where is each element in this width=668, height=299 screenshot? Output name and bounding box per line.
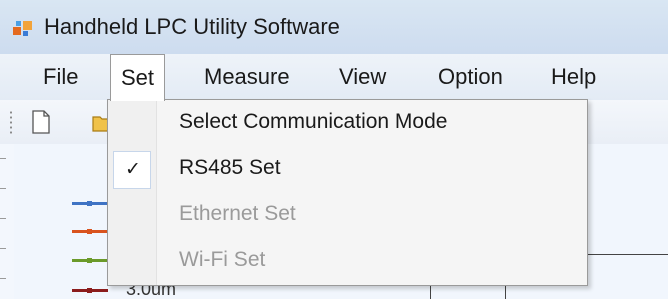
legend-series-3-line xyxy=(72,258,108,263)
menu-item-label: Ethernet Set xyxy=(179,202,296,225)
menu-bar: File Set Measure View Option Help xyxy=(0,54,668,101)
legend-series-4-line xyxy=(72,288,108,293)
window-title: Handheld LPC Utility Software xyxy=(44,14,340,39)
legend-series-4-marker xyxy=(87,288,92,293)
new-document-icon[interactable] xyxy=(30,109,52,135)
menu-item-rs485-set[interactable]: ✓ RS485 Set xyxy=(108,148,587,192)
legend-series-2-line xyxy=(72,229,108,234)
menu-item-label: RS485 Set xyxy=(179,156,281,179)
legend-series-2-marker xyxy=(87,229,92,234)
left-ruler xyxy=(0,144,8,299)
ruler-tick xyxy=(0,278,6,279)
ruler-tick xyxy=(0,248,6,249)
menu-item-wifi-set[interactable]: Wi-Fi Set xyxy=(108,240,587,284)
menu-measure[interactable]: Measure xyxy=(204,64,290,90)
legend-series-1-marker xyxy=(87,201,92,206)
menu-option[interactable]: Option xyxy=(438,64,503,90)
ruler-tick xyxy=(0,188,6,189)
menu-set[interactable]: Set xyxy=(110,54,166,101)
ruler-tick xyxy=(0,158,6,159)
legend-series-1-line xyxy=(72,201,108,206)
app-icon xyxy=(13,21,32,36)
app-window: Handheld LPC Utility Software File Set M… xyxy=(0,0,668,299)
menu-view[interactable]: View xyxy=(339,64,386,90)
menu-file[interactable]: File xyxy=(43,64,78,90)
menu-help[interactable]: Help xyxy=(551,64,596,90)
legend-series-3-marker xyxy=(87,258,92,263)
checkmark-icon: ✓ xyxy=(125,159,141,180)
menu-item-label: Select Communication Mode xyxy=(179,110,448,133)
menu-item-select-communication-mode[interactable]: Select Communication Mode xyxy=(108,102,587,146)
toolbar-grip[interactable] xyxy=(9,110,13,134)
menu-item-ethernet-set[interactable]: Ethernet Set xyxy=(108,194,587,238)
title-bar: Handheld LPC Utility Software xyxy=(0,0,668,54)
set-menu-dropdown: Select Communication Mode ✓ RS485 Set Et… xyxy=(107,99,588,286)
ruler-tick xyxy=(0,218,6,219)
menu-item-label: Wi-Fi Set xyxy=(179,248,266,271)
check-highlight: ✓ xyxy=(113,151,151,189)
